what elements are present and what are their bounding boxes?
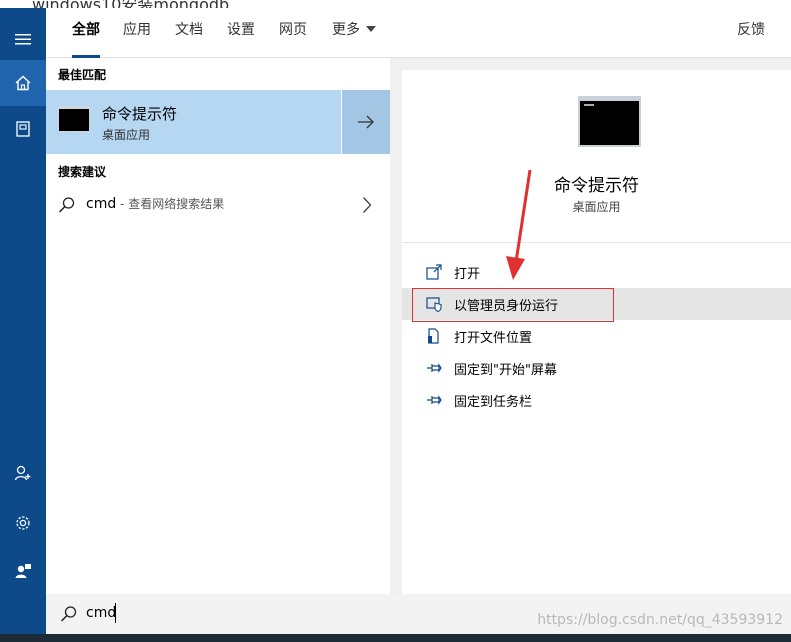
tab-all[interactable]: 全部 [72, 8, 100, 58]
detail-app-name: 命令提示符 [554, 176, 639, 196]
detail-pane: 命令提示符 桌面应用 打开 以管理员身份运行 打开文件位置 固定到"开始"屏幕 … [402, 70, 791, 594]
watermark: https://blog.csdn.net/qq_43593912 [537, 612, 783, 628]
pin-icon [427, 363, 442, 373]
tab-documents[interactable]: 文档 [175, 8, 203, 58]
suggestion-hint: - 查看网络搜索结果 [116, 197, 225, 211]
suggestions-heading: 搜索建议 [58, 165, 107, 179]
settings-button[interactable] [0, 500, 46, 546]
background-window-title: windows10安装mongodb [32, 0, 229, 8]
divider [402, 242, 791, 243]
background-window-strip: windows10安装mongodb [0, 0, 791, 8]
feedback-button[interactable]: 反馈 [737, 8, 765, 58]
notebook-button[interactable] [0, 106, 46, 152]
text-cursor [115, 603, 116, 623]
start-sidebar [0, 8, 46, 634]
search-icon [58, 197, 75, 213]
action-open-file-location[interactable]: 打开文件位置 [402, 320, 791, 352]
taskbar-edge [0, 634, 791, 642]
command-prompt-large-icon [578, 96, 641, 147]
detail-app-subtitle: 桌面应用 [572, 200, 621, 214]
annotation-highlight-box [412, 288, 614, 322]
pin-icon [427, 395, 442, 405]
search-icon [60, 606, 77, 622]
suggestion-query: cmd [86, 196, 117, 212]
action-pin-to-start[interactable]: 固定到"开始"屏幕 [402, 352, 791, 384]
feedback-person-icon [15, 564, 31, 578]
home-button[interactable] [0, 60, 46, 106]
tab-web[interactable]: 网页 [279, 8, 307, 58]
feedback-person-button[interactable] [0, 548, 46, 594]
command-prompt-icon [58, 106, 90, 132]
menu-button[interactable] [0, 16, 46, 62]
person-add-icon [14, 465, 31, 481]
tab-more[interactable]: 更多 [332, 8, 376, 58]
action-pin-to-taskbar[interactable]: 固定到任务栏 [402, 384, 791, 416]
tab-settings[interactable]: 设置 [227, 8, 255, 58]
expand-details-button[interactable] [342, 90, 390, 154]
notebook-icon [16, 121, 30, 137]
account-button[interactable] [0, 450, 46, 496]
action-pin-to-start-label: 固定到"开始"屏幕 [454, 363, 557, 378]
gear-icon [16, 516, 30, 530]
action-pin-to-taskbar-label: 固定到任务栏 [454, 395, 533, 410]
web-suggestion-item[interactable]: cmd - 查看网络搜索结果 [46, 186, 390, 224]
search-input[interactable]: cmd [86, 605, 116, 621]
best-match-name: 命令提示符 [102, 105, 178, 123]
arrow-right-icon [358, 115, 374, 129]
chevron-down-icon [366, 26, 376, 32]
menu-icon [15, 34, 31, 45]
best-match-subtitle: 桌面应用 [102, 128, 151, 142]
open-icon [426, 264, 442, 280]
home-icon [15, 75, 31, 91]
action-open-file-location-label: 打开文件位置 [454, 331, 533, 346]
action-open[interactable]: 打开 [402, 256, 791, 288]
chevron-right-icon [363, 197, 372, 213]
annotation-arrow-icon [506, 169, 532, 280]
results-pane: 最佳匹配 命令提示符 桌面应用 搜索建议 cmd - 查看网络搜索结果 [46, 58, 390, 594]
tab-apps[interactable]: 应用 [123, 8, 151, 58]
best-match-heading: 最佳匹配 [58, 68, 107, 82]
action-open-label: 打开 [454, 267, 481, 282]
file-location-icon [428, 328, 439, 344]
best-match-item[interactable]: 命令提示符 桌面应用 [46, 90, 341, 154]
tab-more-label: 更多 [332, 22, 360, 38]
suggestion-text: cmd - 查看网络搜索结果 [86, 195, 224, 212]
search-filter-tabs: 全部 应用 文档 设置 网页 更多 反馈 [46, 8, 791, 58]
